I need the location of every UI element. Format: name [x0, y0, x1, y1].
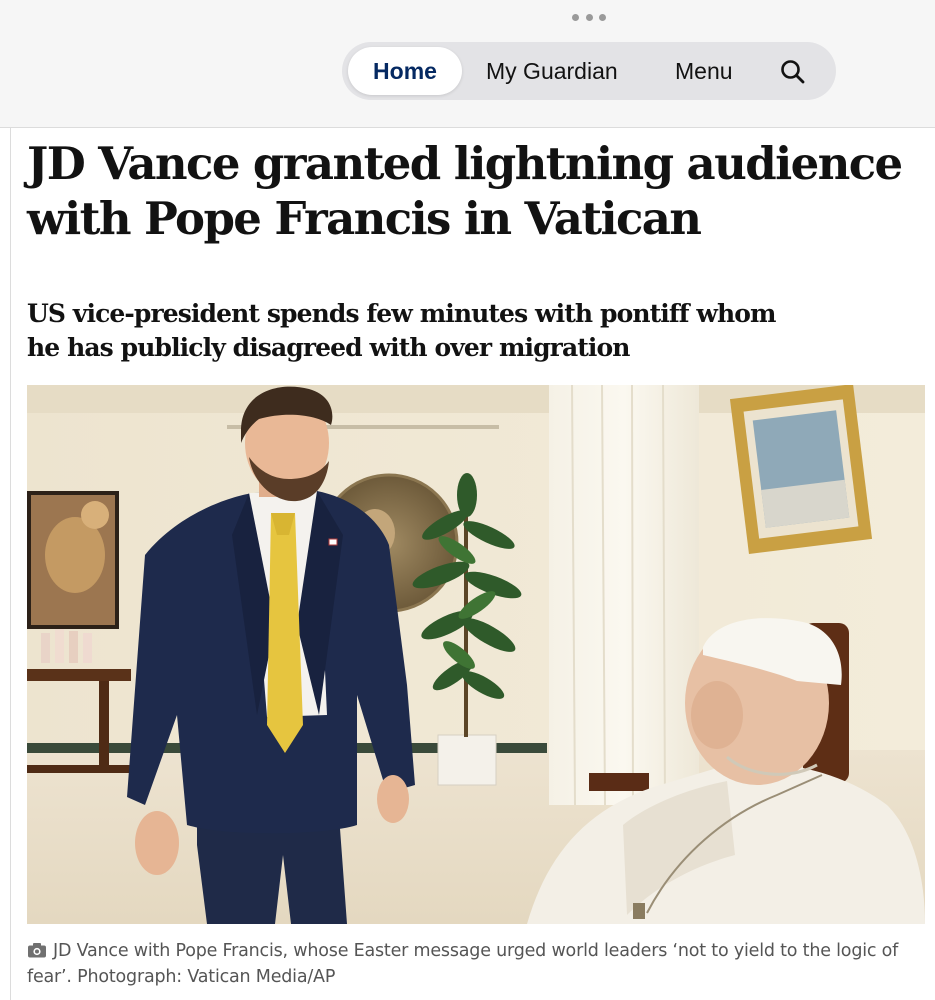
headline-line-1: JD Vance granted lightning audience	[27, 137, 903, 190]
headline-line-2: with Pope Francis in Vatican	[27, 192, 702, 245]
nav-my-guardian-tab[interactable]: My Guardian	[486, 47, 618, 95]
article-main-photo[interactable]	[27, 385, 925, 924]
nav-pill: Home My Guardian Menu	[342, 42, 836, 100]
nav-menu-tab[interactable]: Menu	[675, 47, 733, 95]
more-dots-icon[interactable]	[572, 12, 606, 22]
nav-home-tab[interactable]: Home	[348, 47, 462, 95]
caption-text: JD Vance with Pope Francis, whose Easter…	[27, 941, 899, 987]
photo-illustration	[27, 385, 925, 924]
left-rule	[10, 127, 11, 1000]
article-headline: JD Vance granted lightning audience with…	[27, 136, 927, 246]
top-bar: Home My Guardian Menu	[0, 0, 935, 128]
article-standfirst: US vice-president spends few minutes wit…	[27, 297, 907, 365]
photo-caption: JD Vance with Pope Francis, whose Easter…	[27, 938, 927, 990]
search-icon[interactable]	[778, 57, 808, 87]
standfirst-line-1: US vice-president spends few minutes wit…	[27, 299, 777, 328]
standfirst-line-2: he has publicly disagreed with over migr…	[27, 333, 630, 362]
camera-icon	[28, 943, 46, 958]
